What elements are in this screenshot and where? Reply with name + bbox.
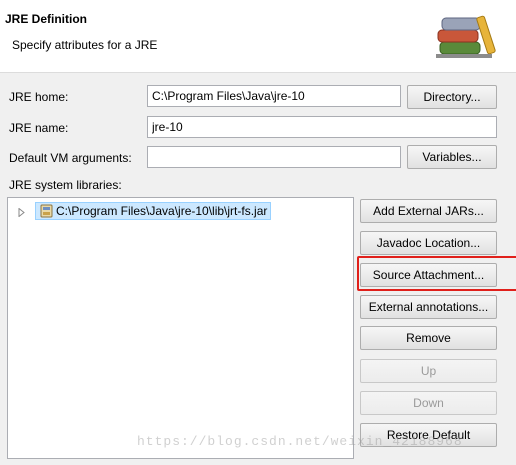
external-annotations-button[interactable]: External annotations... <box>360 295 497 319</box>
system-libraries-label: JRE system libraries: <box>9 178 122 192</box>
library-item[interactable]: C:\Program Files\Java\jre-10\lib\jrt-fs.… <box>35 202 272 222</box>
red-highlight-box <box>357 256 516 291</box>
jar-file-icon <box>39 204 55 222</box>
dialog-header: JRE Definition Specify attributes for a … <box>0 0 516 73</box>
up-button[interactable]: Up <box>360 359 497 383</box>
jre-home-label: JRE home: <box>9 90 69 104</box>
watermark-text: https://blog.csdn.net/weixin_42188968 <box>137 434 463 449</box>
library-books-icon <box>434 12 496 63</box>
header-title: JRE Definition <box>5 12 88 26</box>
expand-arrow-icon[interactable] <box>18 206 26 220</box>
vm-arguments-label: Default VM arguments: <box>9 151 132 165</box>
jre-name-label: JRE name: <box>9 121 69 135</box>
directory-button[interactable]: Directory... <box>407 85 497 109</box>
vm-arguments-input[interactable] <box>147 146 401 168</box>
header-subtitle: Specify attributes for a JRE <box>12 38 158 52</box>
down-button[interactable]: Down <box>360 391 497 415</box>
variables-button[interactable]: Variables... <box>407 145 497 169</box>
system-libraries-tree[interactable]: C:\Program Files\Java\jre-10\lib\jrt-fs.… <box>7 197 354 459</box>
javadoc-location-button[interactable]: Javadoc Location... <box>360 231 497 255</box>
jre-name-input[interactable] <box>147 116 497 138</box>
add-external-jars-button[interactable]: Add External JARs... <box>360 199 497 223</box>
remove-button[interactable]: Remove <box>360 326 497 350</box>
library-item-label: C:\Program Files\Java\jre-10\lib\jrt-fs.… <box>56 204 268 218</box>
jre-home-input[interactable] <box>147 85 401 107</box>
